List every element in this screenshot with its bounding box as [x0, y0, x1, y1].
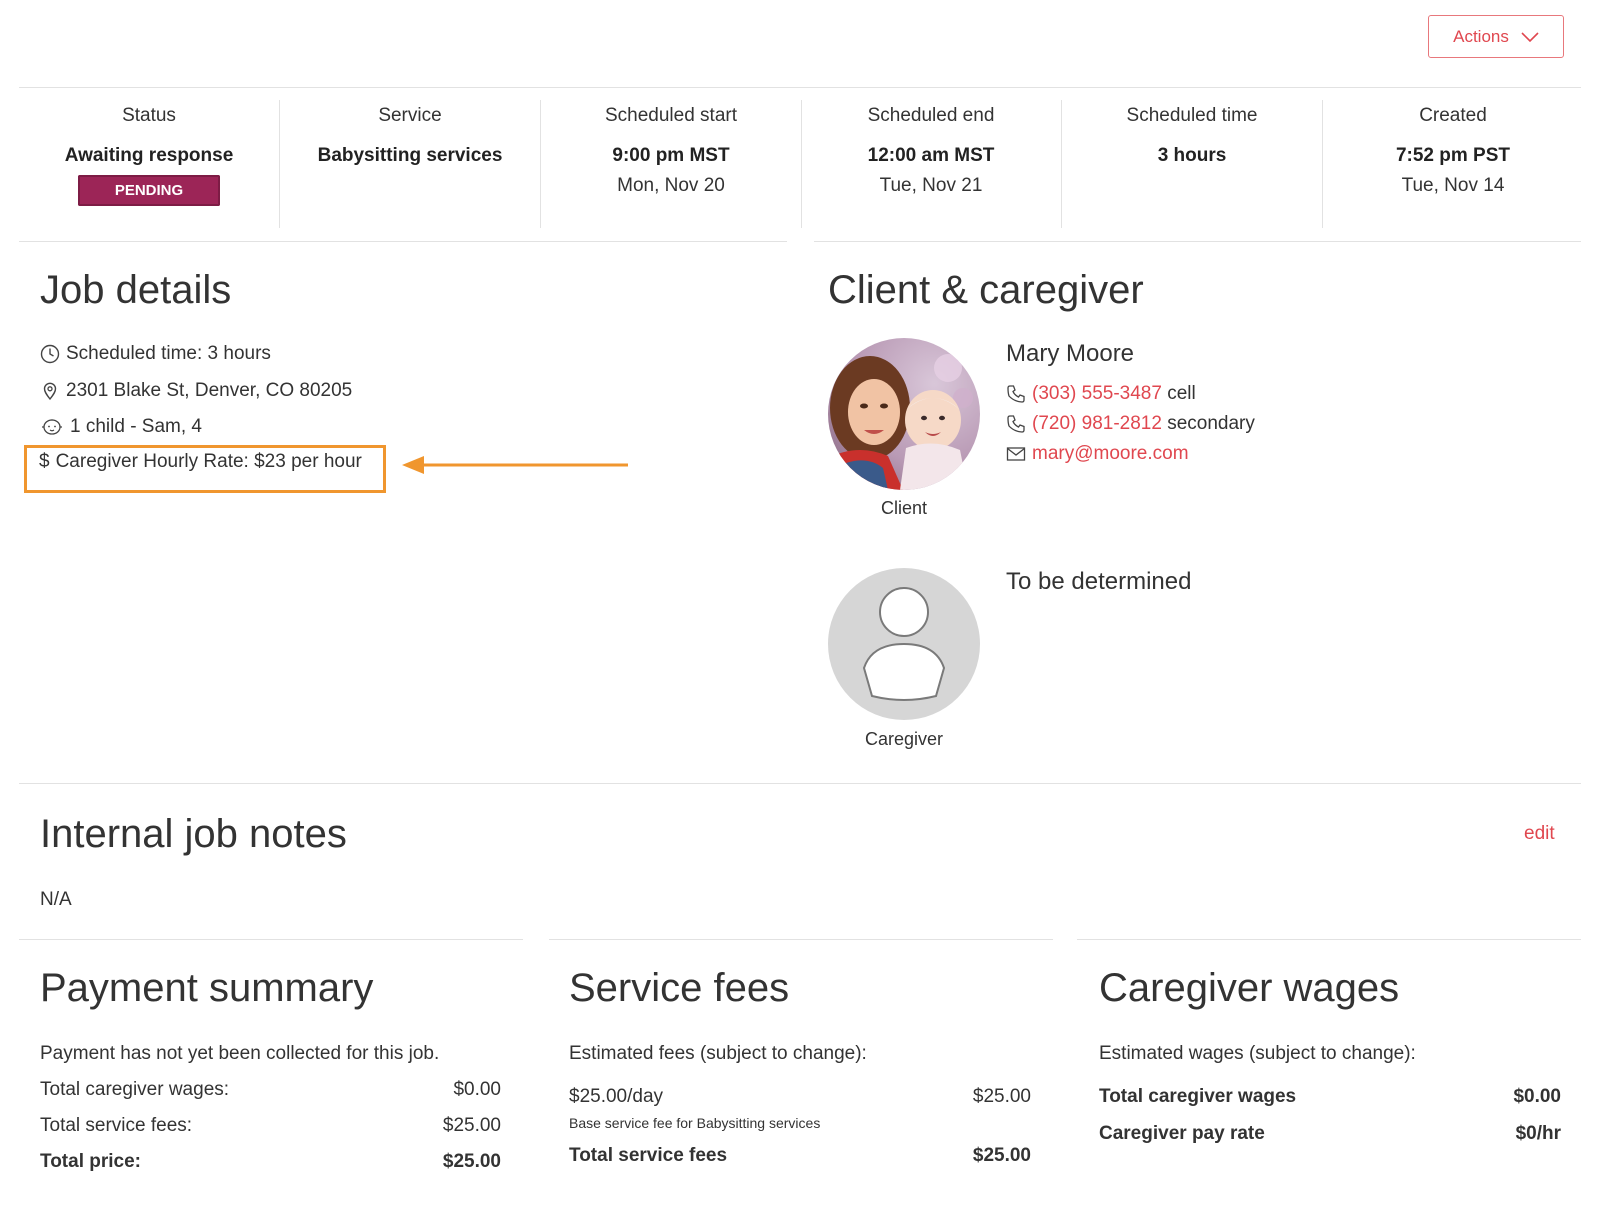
actions-label: Actions: [1453, 26, 1509, 46]
scheduled-time-label: Scheduled time: [1126, 105, 1258, 126]
status-label: Status: [122, 105, 176, 126]
service-fees-heading: Service fees: [569, 966, 790, 1010]
caregiver-avatar: [828, 568, 980, 720]
row-label: Total caregiver wages:: [40, 1079, 230, 1100]
client-phone-cell-link[interactable]: (303) 555-3487: [1032, 383, 1162, 404]
notes-value: N/A: [40, 889, 72, 910]
row-value: $25.00: [442, 1115, 501, 1136]
children-detail: 1 child - Sam, 4: [40, 416, 202, 438]
divider: [19, 783, 1581, 784]
clock-icon: [40, 344, 60, 364]
service-fees-total-row: Total service fees $25.00: [569, 1145, 1031, 1167]
scheduled-start-label: Scheduled start: [604, 105, 738, 126]
client-email: mary@moore.com: [1006, 443, 1189, 465]
client-caption: Client: [880, 498, 928, 518]
phone-type-label: secondary: [1167, 413, 1255, 434]
row-label: Caregiver pay rate: [1099, 1123, 1265, 1144]
row-value: $25.00: [442, 1151, 501, 1172]
address-text: 2301 Blake St, Denver, CO 80205: [66, 380, 353, 401]
service-label: Service: [378, 105, 442, 126]
children-text: 1 child - Sam, 4: [70, 416, 202, 437]
client-caregiver-heading: Client & caregiver: [828, 268, 1144, 312]
divider: [19, 241, 787, 242]
scheduled-time-detail: Scheduled time: 3 hours: [40, 343, 271, 365]
location-pin-icon: [43, 382, 57, 401]
divider: [19, 87, 1581, 88]
scheduled-time-cell: Scheduled time 3 hours: [1062, 92, 1322, 232]
scheduled-end-label: Scheduled end: [867, 105, 995, 126]
row-label: Total service fees: [569, 1145, 728, 1166]
scheduled-start-cell: Scheduled start 9:00 pm MST Mon, Nov 20: [541, 92, 801, 232]
user-placeholder-icon: [862, 587, 946, 702]
row-label: Total service fees:: [40, 1115, 193, 1136]
caregiver-wages-heading: Caregiver wages: [1099, 966, 1400, 1010]
payment-note: Payment has not yet been collected for t…: [40, 1043, 440, 1064]
envelope-icon: [1006, 447, 1026, 461]
client-phone-primary: (303) 555-3487 cell: [1006, 383, 1196, 405]
row-label: Total price:: [40, 1151, 141, 1172]
created-label: Created: [1419, 105, 1487, 126]
row-value: $25.00: [972, 1145, 1031, 1166]
fee-description: Base service fee for Babysitting service…: [569, 1115, 821, 1131]
client-phone-secondary: (720) 981-2812 secondary: [1006, 413, 1255, 435]
created-cell: Created 7:52 pm PST Tue, Nov 14: [1323, 92, 1583, 232]
payment-row: Total caregiver wages: $0.00: [40, 1079, 501, 1101]
client-avatar: [828, 338, 980, 490]
phone-icon: [1007, 385, 1025, 403]
scheduled-end-time: 12:00 am MST: [867, 145, 995, 166]
service-cell: Service Babysitting services: [280, 92, 540, 232]
annotation-arrow-icon: [402, 456, 628, 474]
job-details-heading: Job details: [40, 268, 232, 312]
caregiver-caption: Caregiver: [864, 729, 944, 749]
internal-notes-heading: Internal job notes: [40, 812, 347, 856]
row-value: $0/hr: [1515, 1123, 1561, 1144]
hourly-rate-detail: $ Caregiver Hourly Rate: $23 per hour: [39, 451, 362, 473]
payment-summary-heading: Payment summary: [40, 966, 374, 1010]
scheduled-end-cell: Scheduled end 12:00 am MST Tue, Nov 21: [801, 92, 1061, 232]
divider: [19, 939, 523, 940]
row-label: Total caregiver wages: [1099, 1086, 1297, 1107]
scheduled-start-date: Mon, Nov 20: [617, 175, 725, 196]
payment-row-total: Total price: $25.00: [40, 1151, 501, 1173]
fee-label: $25.00/day: [569, 1086, 664, 1107]
divider: [549, 939, 1053, 940]
client-photo: [828, 338, 980, 490]
phone-type-label: cell: [1167, 383, 1196, 404]
divider: [814, 241, 1581, 242]
status-badge: PENDING: [78, 175, 220, 206]
hourly-rate-text: Caregiver Hourly Rate: $23 per hour: [55, 451, 362, 472]
address-detail: 2301 Blake St, Denver, CO 80205: [40, 380, 352, 402]
dollar-icon: $: [39, 451, 50, 472]
client-phone-secondary-link[interactable]: (720) 981-2812: [1032, 413, 1162, 434]
created-time: 7:52 pm PST: [1395, 145, 1511, 166]
divider: [1077, 939, 1581, 940]
payment-row: Total service fees: $25.00: [40, 1115, 501, 1137]
scheduled-start-time: 9:00 pm MST: [612, 145, 730, 166]
caregiver-wages-note: Estimated wages (subject to change):: [1099, 1043, 1416, 1064]
scheduled-time-text: Scheduled time: 3 hours: [66, 343, 271, 364]
service-value: Babysitting services: [317, 145, 503, 166]
client-name: Mary Moore: [1006, 340, 1135, 367]
row-value: $0.00: [1513, 1086, 1561, 1107]
edit-notes-link[interactable]: edit: [1524, 823, 1555, 845]
status-value: Awaiting response: [64, 145, 234, 166]
chevron-down-icon: [1521, 31, 1539, 42]
phone-icon: [1007, 415, 1025, 433]
service-fee-row: $25.00/day $25.00: [569, 1086, 1031, 1108]
scheduled-time-value: 3 hours: [1157, 145, 1227, 166]
client-email-link[interactable]: mary@moore.com: [1032, 443, 1189, 464]
baby-icon: [42, 419, 62, 435]
caregiver-name: To be determined: [1006, 568, 1192, 595]
scheduled-end-date: Tue, Nov 21: [879, 175, 983, 196]
wages-row: Caregiver pay rate $0/hr: [1099, 1123, 1561, 1145]
row-value: $0.00: [453, 1079, 501, 1100]
service-fees-note: Estimated fees (subject to change):: [569, 1043, 867, 1064]
status-cell: Status Awaiting response PENDING: [19, 92, 279, 232]
actions-dropdown-button[interactable]: Actions: [1428, 15, 1564, 58]
wages-row: Total caregiver wages $0.00: [1099, 1086, 1561, 1108]
fee-value: $25.00: [972, 1086, 1031, 1107]
created-date: Tue, Nov 14: [1401, 175, 1505, 196]
